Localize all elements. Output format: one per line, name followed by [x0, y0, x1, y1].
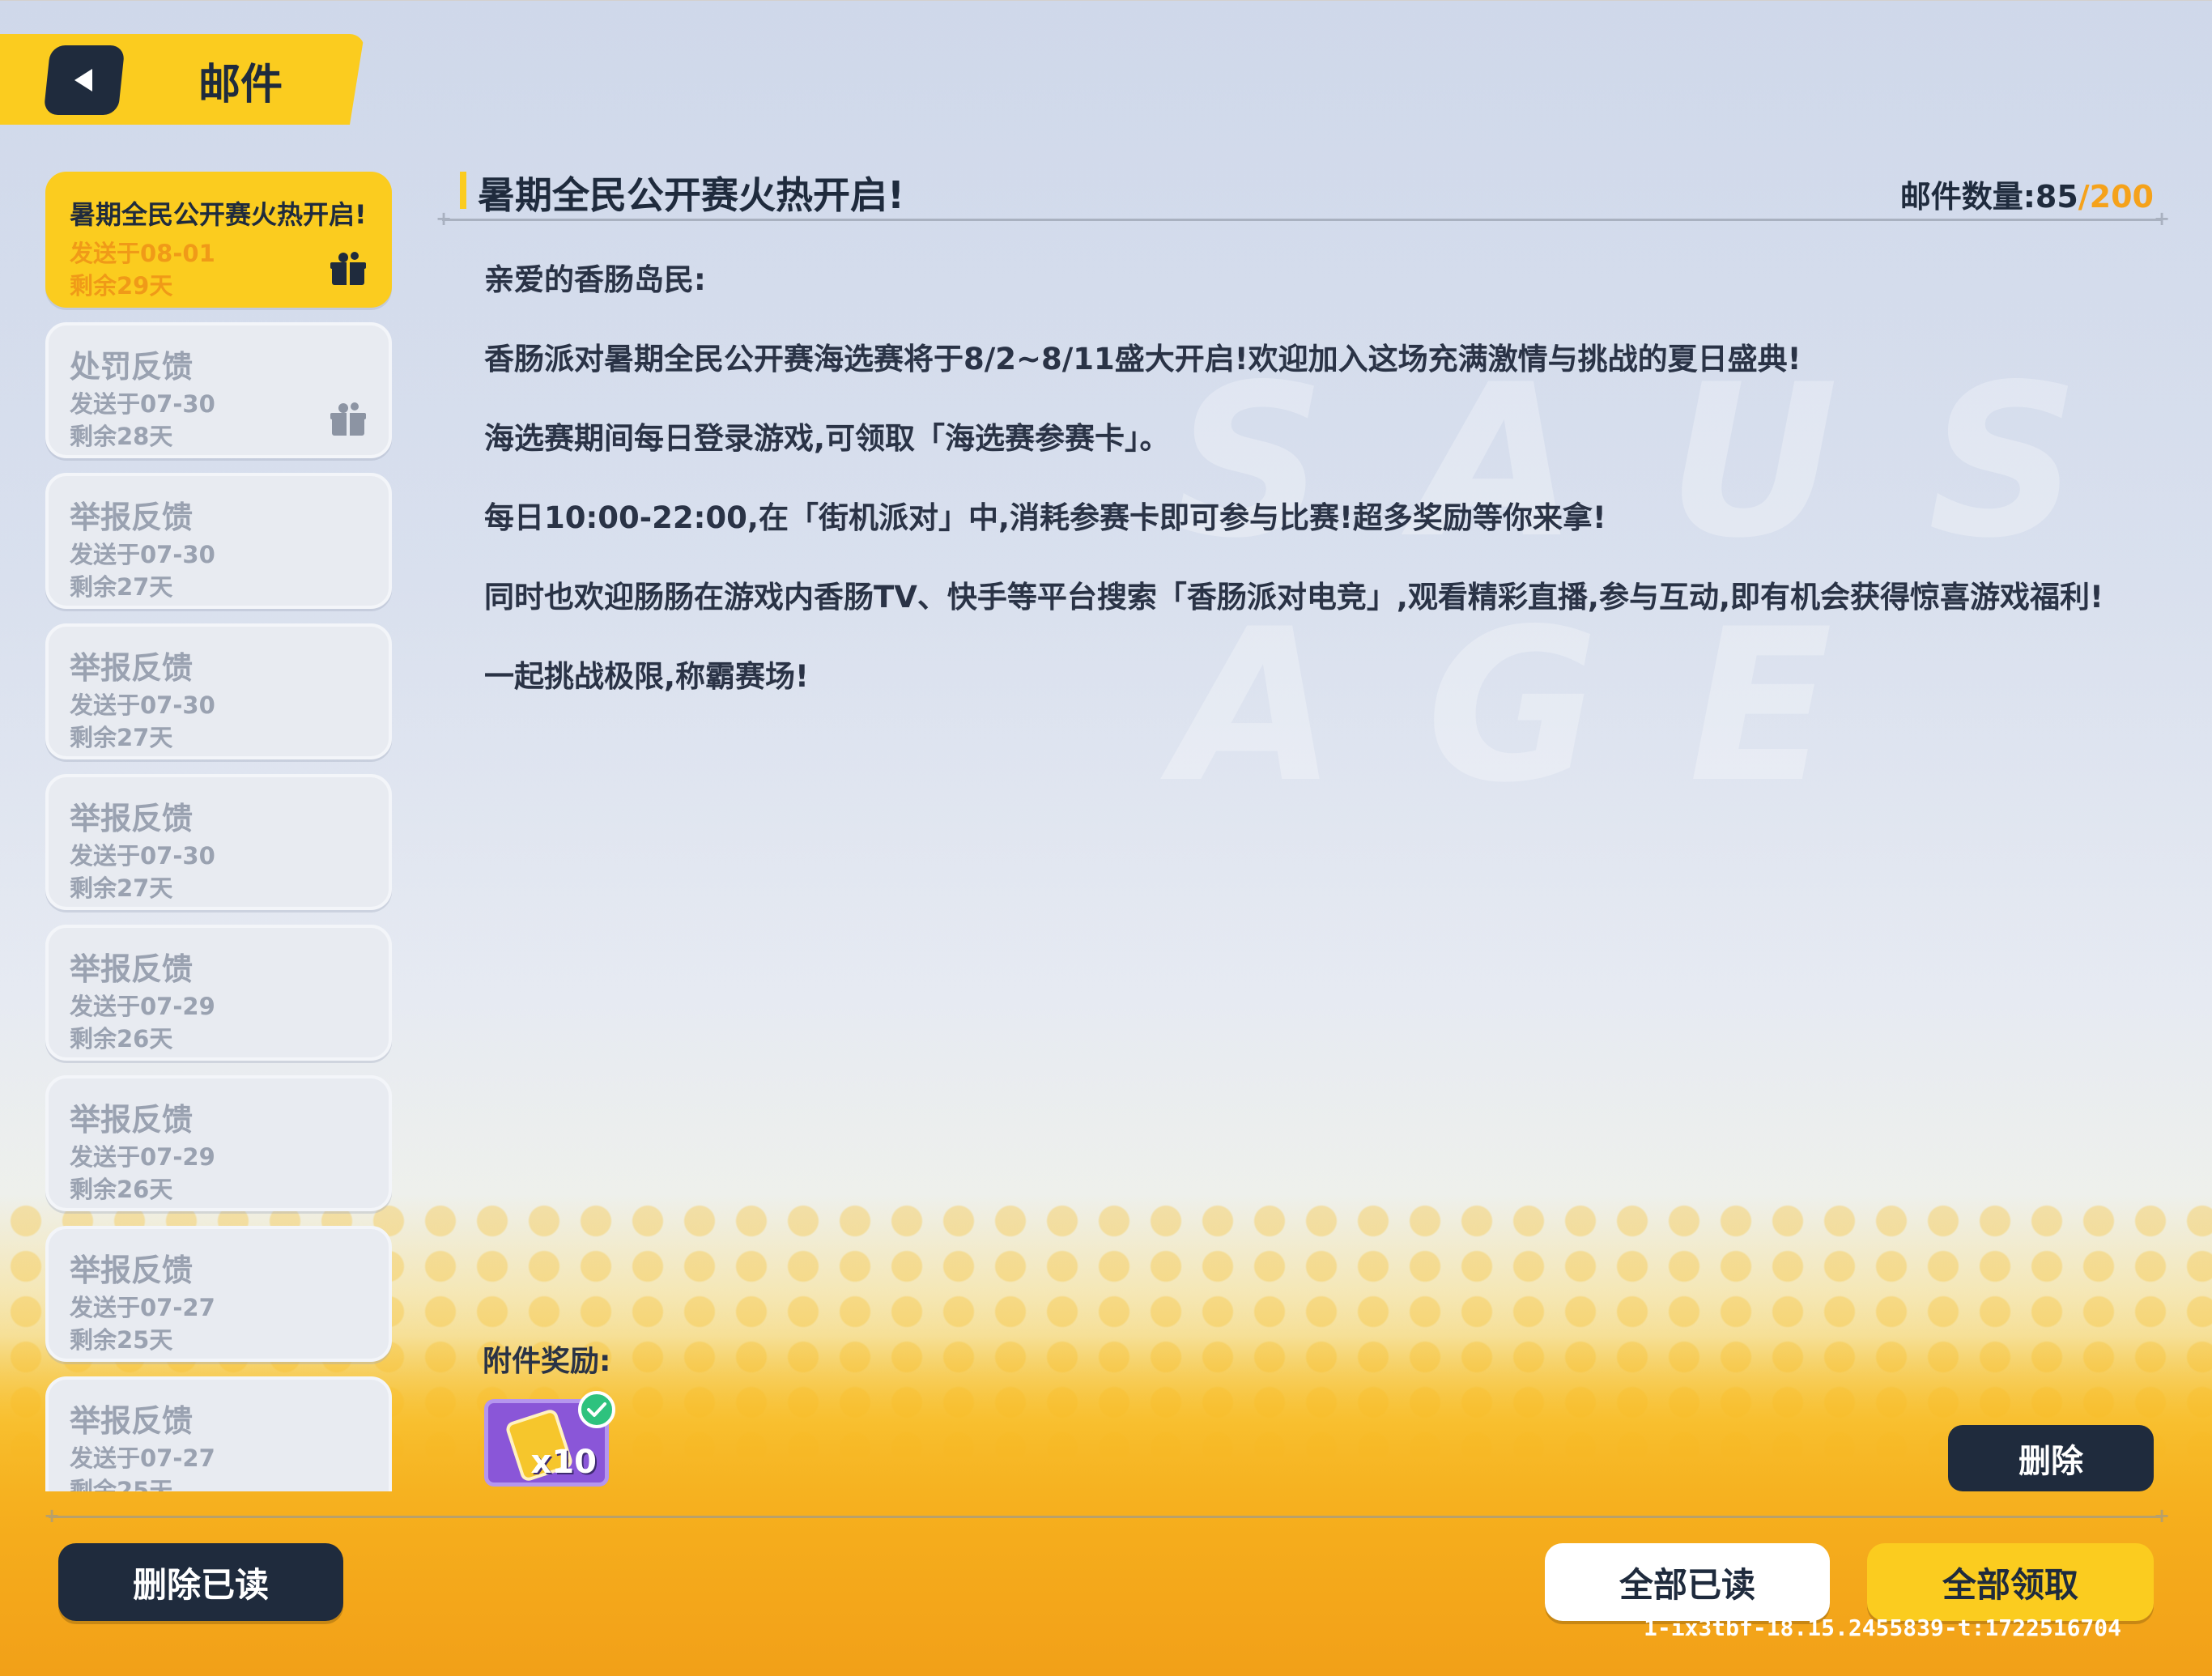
mail-item-date: 发送于07-30	[70, 541, 215, 568]
claimed-check-icon	[578, 1391, 615, 1428]
back-arrow-icon	[74, 69, 92, 91]
mail-item-title: 举报反馈	[70, 1102, 194, 1138]
mail-body: 亲爱的香肠岛民: 香肠派对暑期全民公开赛海选赛将于8/2~8/11盛大开启!欢迎…	[484, 261, 2136, 737]
claim-all-button[interactable]: 全部领取	[1867, 1543, 2154, 1621]
mail-item-remaining: 剩余28天	[70, 423, 173, 450]
mail-list-item[interactable]: 举报反馈 发送于07-30 剩余27天	[45, 473, 392, 609]
mail-paragraph: 海选赛期间每日登录游戏,可领取「海选赛参赛卡」。	[484, 421, 1170, 456]
attachment-label: 附件奖励:	[483, 1345, 611, 1378]
mail-item-title: 举报反馈	[70, 1403, 194, 1439]
mail-item-remaining: 剩余27天	[70, 724, 173, 751]
mail-list-item[interactable]: 暑期全民公开赛火热开启! 发送于08-01 剩余29天	[45, 172, 392, 308]
gift-icon	[330, 252, 366, 285]
divider-cap-icon: +	[2154, 1504, 2171, 1527]
mail-item-date: 发送于07-27	[70, 1444, 215, 1472]
mail-list[interactable]: 暑期全民公开赛火热开启! 发送于08-01 剩余29天 处罚反馈 发送于07-3…	[45, 172, 392, 1491]
mail-item-date: 发送于07-29	[70, 993, 215, 1020]
mail-item-date: 发送于07-30	[70, 390, 215, 418]
mail-item-title: 举报反馈	[70, 500, 194, 535]
heading-accent-bar	[460, 172, 466, 209]
mail-item-title: 举报反馈	[70, 801, 194, 836]
mail-item-remaining: 剩余29天	[70, 272, 173, 300]
mail-list-item[interactable]: 举报反馈 发送于07-29 剩余26天	[45, 1075, 392, 1211]
mail-list-item[interactable]: 举报反馈 发送于07-29 剩余26天	[45, 925, 392, 1061]
mail-item-remaining: 剩余25天	[70, 1477, 173, 1491]
divider	[442, 219, 2162, 221]
mail-count: 邮件数量:85/200	[1900, 172, 2154, 216]
mail-item-title: 举报反馈	[70, 650, 194, 686]
mail-item-date: 发送于07-30	[70, 842, 215, 870]
mail-list-item[interactable]: 举报反馈 发送于07-30 剩余27天	[45, 623, 392, 759]
mail-count-label: 邮件数量:	[1899, 179, 2035, 215]
back-button[interactable]	[43, 45, 125, 115]
page-title: 邮件	[198, 61, 283, 109]
build-info: 1-ix3tbf-18.15.2455839-t:1722516704	[1643, 1614, 2121, 1641]
mail-item-date: 发送于07-27	[70, 1294, 215, 1321]
mail-item-remaining: 剩余27天	[70, 573, 173, 601]
delete-button[interactable]: 删除	[1948, 1425, 2154, 1491]
mail-item-title: 暑期全民公开赛火热开启!	[70, 199, 367, 230]
mail-item-date: 发送于08-01	[70, 240, 215, 267]
gift-icon	[330, 402, 366, 436]
mail-item-title: 举报反馈	[70, 951, 194, 987]
mail-item-remaining: 剩余25天	[70, 1326, 173, 1354]
mail-count-max: 200	[2089, 179, 2154, 215]
mail-count-current: 85	[2035, 179, 2078, 215]
mail-item-date: 发送于07-30	[70, 691, 215, 719]
mail-paragraph: 同时也欢迎肠肠在游戏内香肠TV、快手等平台搜索「香肠派对电竞」,观看精彩直播,参…	[484, 580, 2104, 615]
mail-paragraph: 亲爱的香肠岛民:	[484, 262, 706, 297]
mail-list-item[interactable]: 举报反馈 发送于07-30 剩余27天	[45, 774, 392, 910]
delete-read-button[interactable]: 删除已读	[58, 1543, 343, 1621]
mail-item-date: 发送于07-29	[70, 1143, 215, 1171]
mail-item-title: 处罚反馈	[70, 349, 194, 385]
divider	[49, 1516, 2162, 1518]
mail-count-separator: /	[2078, 179, 2090, 215]
mail-item-remaining: 剩余27天	[70, 874, 173, 902]
mail-paragraph: 香肠派对暑期全民公开赛海选赛将于8/2~8/11盛大开启!欢迎加入这场充满激情与…	[484, 342, 1802, 376]
mail-heading: 暑期全民公开赛火热开启!	[478, 173, 904, 217]
mail-list-item[interactable]: 举报反馈 发送于07-27 剩余25天	[45, 1226, 392, 1362]
mail-paragraph: 每日10:00-22:00,在「街机派对」中,消耗参赛卡即可参与比赛!超多奖励等…	[484, 500, 1606, 535]
read-all-button[interactable]: 全部已读	[1545, 1543, 1830, 1621]
mail-item-remaining: 剩余26天	[70, 1176, 173, 1203]
mail-item-remaining: 剩余26天	[70, 1025, 173, 1053]
divider-cap-icon: +	[2154, 207, 2171, 230]
mail-list-item[interactable]: 举报反馈 发送于07-27 剩余25天	[45, 1376, 392, 1491]
mail-list-item[interactable]: 处罚反馈 发送于07-30 剩余28天	[45, 322, 392, 458]
attachment-quantity: x10	[530, 1444, 597, 1481]
mail-paragraph: 一起挑战极限,称霸赛场!	[484, 659, 809, 694]
mail-item-title: 举报反馈	[70, 1253, 194, 1288]
